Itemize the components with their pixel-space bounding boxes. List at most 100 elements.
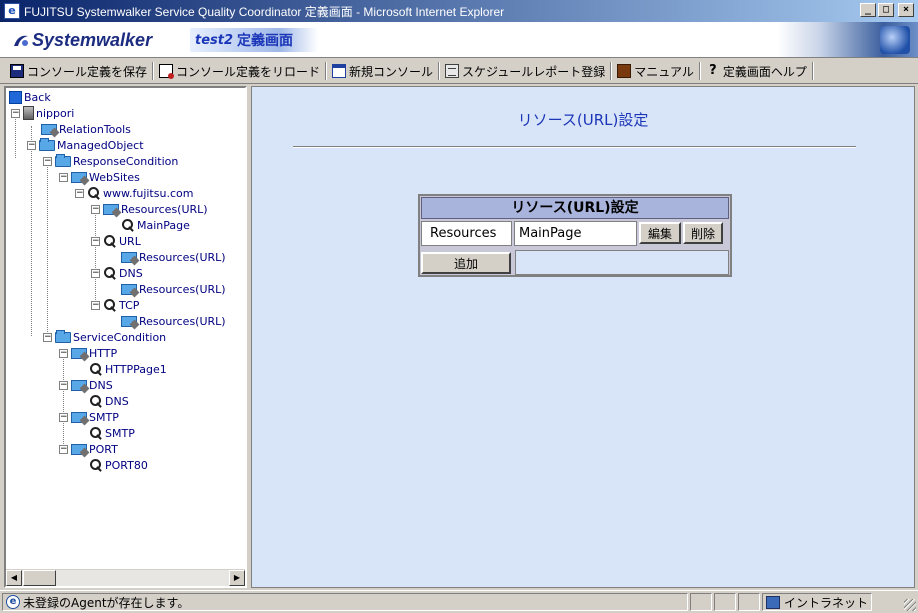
- banner-page-title: 定義画面: [237, 33, 294, 49]
- help-label: 定義画面ヘルプ: [722, 64, 807, 79]
- page-title: リソース(URL)設定: [517, 111, 649, 129]
- security-zone-label: イントラネット: [784, 595, 869, 610]
- tree-node-label: Resources(URL): [139, 282, 226, 296]
- manual-icon: [617, 64, 632, 78]
- toolbar-separator: [438, 62, 441, 80]
- tree-node-url[interactable]: − URL: [91, 233, 141, 249]
- collapse-toggle[interactable]: −: [75, 188, 84, 198]
- edit-button[interactable]: 編集: [639, 222, 681, 244]
- tree-node-label: ServiceCondition: [73, 330, 167, 344]
- tree-node-label: PORT80: [105, 458, 148, 472]
- delete-button[interactable]: 削除: [683, 222, 723, 244]
- resources-label: Resources: [421, 221, 512, 246]
- tree-node-label: ManagedObject: [57, 138, 144, 152]
- add-button[interactable]: 追加: [421, 252, 511, 274]
- resource-settings-table: リソース(URL)設定 Resources MainPage 編集 削除 追加: [418, 194, 732, 277]
- reload-console-button[interactable]: コンソール定義をリロード: [155, 61, 324, 81]
- tree-node-service-dns-item[interactable]: DNS: [89, 393, 129, 409]
- tree-node-managedobject[interactable]: − ManagedObject: [27, 137, 144, 153]
- status-bar: e 未登録のAgentが存在します。 イントラネット: [0, 590, 918, 613]
- tree-pane: Back − nippori RelationTools − ManagedOb…: [4, 86, 247, 588]
- collapse-toggle[interactable]: −: [91, 300, 100, 310]
- tree-node-httppage1[interactable]: HTTPPage1: [89, 361, 167, 377]
- tool-folder-icon: [121, 315, 137, 327]
- collapse-toggle[interactable]: −: [59, 348, 68, 358]
- tree-node-responsecondition[interactable]: − ResponseCondition: [43, 153, 178, 169]
- tree-node-servicecondition[interactable]: − ServiceCondition: [43, 329, 166, 345]
- search-icon: [89, 458, 103, 472]
- new-console-button[interactable]: 新規コンソール: [328, 61, 437, 81]
- status-panel: [714, 593, 736, 611]
- server-icon: [23, 106, 34, 120]
- status-panel: [738, 593, 760, 611]
- tree-node-back[interactable]: Back: [9, 89, 51, 105]
- collapse-toggle[interactable]: −: [43, 332, 52, 342]
- tool-folder-icon: [121, 283, 137, 295]
- collapse-toggle[interactable]: −: [59, 444, 68, 454]
- search-icon: [87, 186, 101, 200]
- tree-node-service-dns[interactable]: − DNS: [59, 377, 113, 393]
- window-titlebar[interactable]: e FUJITSU Systemwalker Service Quality C…: [0, 0, 918, 22]
- tree-node-dns[interactable]: − DNS: [91, 265, 143, 281]
- collapse-toggle[interactable]: −: [43, 156, 52, 166]
- collapse-toggle[interactable]: −: [91, 268, 100, 278]
- tree-node-resources-url[interactable]: − Resources(URL): [91, 201, 208, 217]
- scroll-right-button[interactable]: ▶: [229, 570, 245, 586]
- page-label: test2 定義画面: [190, 28, 318, 52]
- table-row: Resources MainPage 編集 削除: [421, 221, 729, 248]
- reload-icon: [159, 64, 175, 79]
- scrollbar-thumb[interactable]: [23, 570, 56, 586]
- toolbar-separator: [152, 62, 155, 80]
- tree-node-label: SMTP: [105, 426, 135, 440]
- tree-node-http[interactable]: − HTTP: [59, 345, 117, 361]
- manual-button[interactable]: マニュアル: [613, 61, 698, 81]
- collapse-toggle[interactable]: −: [91, 204, 100, 214]
- resize-grip-icon[interactable]: [904, 599, 916, 611]
- schedule-report-label: スケジュールレポート登録: [462, 64, 606, 79]
- tree-node-smtp-item[interactable]: SMTP: [89, 425, 135, 441]
- tree-node-port[interactable]: − PORT: [59, 441, 118, 457]
- status-message-field: e 未登録のAgentが存在します。: [2, 593, 688, 611]
- minimize-button[interactable]: _: [860, 3, 876, 17]
- horizontal-scrollbar[interactable]: ◀ ▶: [6, 569, 245, 586]
- tree-node-websites[interactable]: − WebSites: [59, 169, 140, 185]
- tree-node-smtp[interactable]: − SMTP: [59, 409, 119, 425]
- banner-orb-graphic: [880, 26, 910, 54]
- tree-guide: [63, 350, 64, 454]
- maximize-button[interactable]: □: [878, 3, 894, 17]
- tree-node-mainpage[interactable]: MainPage: [121, 217, 190, 233]
- tree-node-relationtools[interactable]: RelationTools: [41, 121, 131, 137]
- schedule-report-button[interactable]: スケジュールレポート登録: [441, 61, 609, 81]
- collapse-toggle[interactable]: −: [59, 380, 68, 390]
- tree-node-label: Resources(URL): [139, 314, 226, 328]
- logo-text: Systemwalker: [32, 30, 153, 50]
- tool-folder-icon: [71, 379, 87, 391]
- close-button[interactable]: ×: [898, 3, 914, 17]
- help-button[interactable]: ? 定義画面ヘルプ: [702, 61, 811, 81]
- tree-node-label: www.fujitsu.com: [103, 186, 194, 200]
- search-icon: [103, 234, 117, 248]
- save-console-button[interactable]: コンソール定義を保存: [6, 61, 151, 81]
- tree-node-label: Resources(URL): [121, 202, 208, 216]
- toolbar-separator: [811, 62, 814, 80]
- collapse-toggle[interactable]: −: [91, 236, 100, 246]
- new-console-label: 新規コンソール: [349, 64, 434, 79]
- window-controls: _ □ ×: [860, 3, 914, 17]
- tree-node-tcp-resources[interactable]: Resources(URL): [121, 313, 226, 329]
- ie-page-icon: e: [6, 595, 20, 609]
- scroll-left-button[interactable]: ◀: [6, 570, 22, 586]
- tree-node-url-resources[interactable]: Resources(URL): [121, 249, 226, 265]
- collapse-toggle[interactable]: −: [27, 140, 36, 150]
- collapse-toggle[interactable]: −: [11, 108, 20, 118]
- tree-node-dns-resources[interactable]: Resources(URL): [121, 281, 226, 297]
- tree-node-label: DNS: [105, 394, 129, 408]
- tree-node-port80[interactable]: PORT80: [89, 457, 148, 473]
- collapse-toggle[interactable]: −: [59, 412, 68, 422]
- tree-node-www-fujitsu-com[interactable]: − www.fujitsu.com: [75, 185, 193, 201]
- search-icon: [121, 218, 135, 232]
- tree-node-tcp[interactable]: − TCP: [91, 297, 139, 313]
- tree-guide: [31, 126, 32, 336]
- save-console-label: コンソール定義を保存: [27, 64, 148, 79]
- tree-node-nippori[interactable]: − nippori: [11, 105, 74, 121]
- collapse-toggle[interactable]: −: [59, 172, 68, 182]
